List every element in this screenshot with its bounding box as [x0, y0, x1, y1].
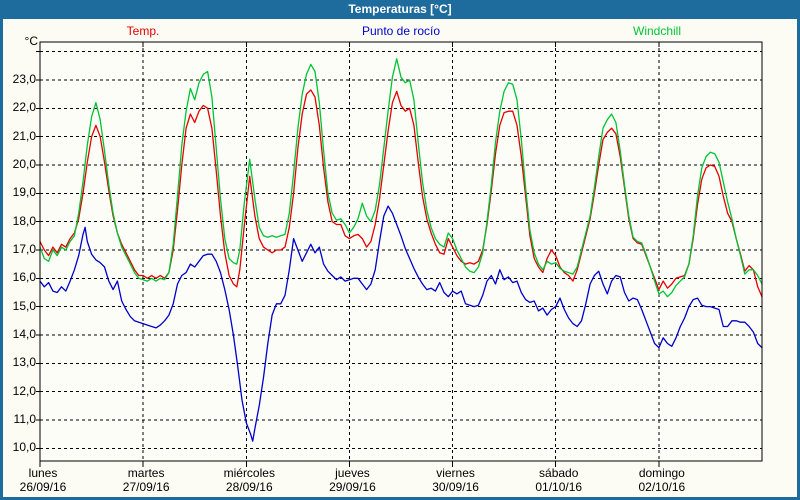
x-axis-day-date-3: 29/09/16 [329, 481, 376, 494]
x-axis-day-date-0: 26/09/16 [20, 481, 67, 494]
y-axis-tick-label-22,0: 22,0 [3, 101, 36, 114]
x-axis-day-name-4: viernes [436, 467, 475, 480]
temperature-line-chart [0, 0, 800, 500]
y-axis-tick-label-13,0: 13,0 [3, 356, 36, 369]
x-axis-day-date-4: 30/09/16 [432, 481, 479, 494]
y-axis-tick-label-21,0: 21,0 [3, 130, 36, 143]
y-axis-tick-label-23,0: 23,0 [3, 73, 36, 86]
chart-window: Temperaturas [°C] Temp. Punto de rocío W… [0, 0, 800, 500]
x-axis-day-date-2: 28/09/16 [226, 481, 273, 494]
x-axis-day-name-2: miércoles [224, 467, 275, 480]
x-axis-day-date-1: 27/09/16 [123, 481, 170, 494]
y-axis-tick-label-16,0: 16,0 [3, 271, 36, 284]
y-axis-tick-label-10,0: 10,0 [3, 441, 36, 454]
x-axis-day-name-6: domingo [639, 467, 685, 480]
x-axis-day-name-5: sábado [539, 467, 578, 480]
y-axis-tick-label-20,0: 20,0 [3, 158, 36, 171]
y-axis-tick-label-15,0: 15,0 [3, 300, 36, 313]
y-axis-tick-label-12,0: 12,0 [3, 385, 36, 398]
x-axis-day-date-6: 02/10/16 [638, 481, 685, 494]
y-axis-tick-label-18,0: 18,0 [3, 215, 36, 228]
x-axis-day-name-3: jueves [335, 467, 370, 480]
y-axis-tick-label-17,0: 17,0 [3, 243, 36, 256]
x-axis-day-name-1: martes [128, 467, 165, 480]
x-axis-day-name-0: lunes [29, 467, 58, 480]
y-axis-tick-label-11,0: 11,0 [3, 413, 36, 426]
x-axis-day-date-5: 01/10/16 [535, 481, 582, 494]
y-axis-tick-label-14,0: 14,0 [3, 328, 36, 341]
y-axis-tick-label-19,0: 19,0 [3, 186, 36, 199]
